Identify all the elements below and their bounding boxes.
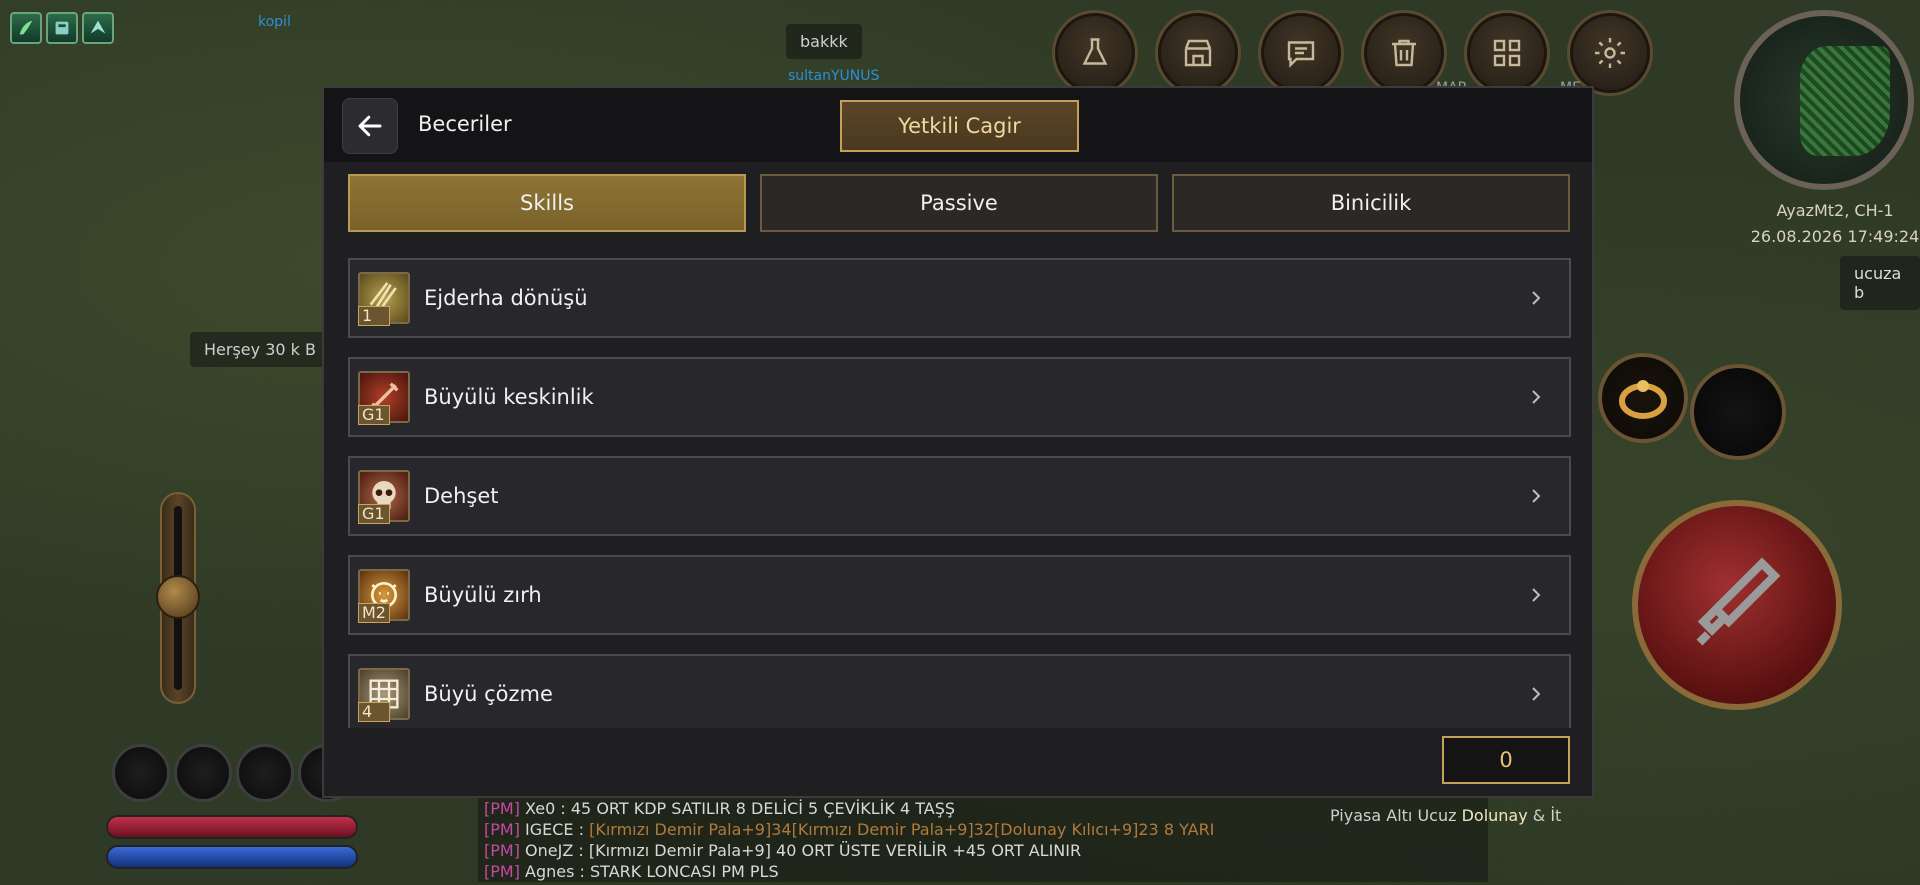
- tab-binicilik[interactable]: Binicilik: [1172, 174, 1570, 232]
- skill-level-badge: G1: [358, 405, 390, 425]
- skill-level-badge: 4: [358, 702, 390, 722]
- status-bars: [106, 815, 358, 875]
- skull-icon: G1: [358, 470, 410, 524]
- map-info: AyazMt2, CH-1 26.08.2026 17:49:24: [1740, 198, 1920, 250]
- call-gm-button[interactable]: Yetkili Cagir: [840, 100, 1079, 152]
- skill-points-counter: 0: [1442, 736, 1570, 784]
- skill-name: Büyü çözme: [424, 682, 553, 706]
- chat-bubble-hersey: Herşey 30 k B: [190, 332, 330, 367]
- back-button[interactable]: [342, 98, 398, 154]
- sp-bar: [106, 845, 358, 869]
- skill-name: Ejderha dönüşü: [424, 286, 588, 310]
- skill-row-dehset[interactable]: G1 Dehşet: [348, 456, 1571, 536]
- tab-passive[interactable]: Passive: [760, 174, 1158, 232]
- skill-tabs: Skills Passive Binicilik: [348, 174, 1570, 232]
- skill-level-badge: M2: [358, 603, 390, 623]
- chat-line: [PM] Agnes : STARK LONCASI PM PLS: [484, 862, 779, 881]
- trash-icon[interactable]: [1361, 10, 1447, 96]
- player-name-kopil[interactable]: kopil: [258, 14, 291, 30]
- buff-wing-icon[interactable]: [82, 12, 114, 44]
- skill-name: Büyülü zırh: [424, 583, 542, 607]
- server-datetime: 26.08.2026 17:49:24: [1750, 227, 1920, 246]
- skills-dialog: Beceriler Yetkili Cagir Skills Passive B…: [322, 86, 1594, 798]
- buff-dragon-icon[interactable]: [10, 12, 42, 44]
- skill-name: Dehşet: [424, 484, 499, 508]
- skill-name: Büyülü keskinlik: [424, 385, 594, 409]
- skill-row-buyu-cozme[interactable]: 4 Büyü çözme: [348, 654, 1571, 728]
- server-channel: AyazMt2, CH-1: [1776, 201, 1894, 220]
- chat-bubble-ucuza: ucuza b: [1840, 256, 1920, 310]
- player-name-sultan[interactable]: sultanYUNUS: [788, 68, 879, 84]
- rune-grid-icon: 4: [358, 668, 410, 722]
- arrow-left-icon: [358, 115, 382, 137]
- skill-level-badge: G1: [358, 504, 390, 524]
- empty-equip-slot[interactable]: [1690, 364, 1786, 460]
- chevron-right-icon: [1532, 291, 1541, 305]
- minimap[interactable]: [1734, 10, 1914, 190]
- chat-bubble-bakkk: bakkk: [786, 24, 862, 59]
- chevron-right-icon: [1532, 390, 1541, 404]
- lion-armor-icon: M2: [358, 569, 410, 623]
- tab-skills[interactable]: Skills: [348, 174, 746, 232]
- buff-bar: [10, 12, 114, 44]
- chat-icon[interactable]: [1258, 10, 1344, 96]
- dragon-claw-icon: 1: [358, 272, 410, 326]
- grid-icon[interactable]: [1464, 10, 1550, 96]
- ring-slot[interactable]: [1598, 353, 1688, 443]
- dialog-title: Beceriler: [418, 112, 512, 136]
- hp-bar: [106, 815, 358, 839]
- skill-row-buyulu-keskinlik[interactable]: G1 Büyülü keskinlik: [348, 357, 1571, 437]
- skill-row-ejderha-donusu[interactable]: 1 Ejderha dönüşü: [348, 258, 1571, 338]
- side-chat-line: Piyasa Altı Ucuz Dolunay & İt: [1330, 806, 1562, 825]
- chevron-right-icon: [1532, 687, 1541, 701]
- skill-level-badge: 1: [358, 306, 390, 326]
- chat-line: [PM] OneJZ : [Kırmızı Demir Pala+9] 40 O…: [484, 841, 1082, 860]
- dialog-header: Beceriler Yetkili Cagir: [324, 88, 1592, 162]
- shop-icon[interactable]: [1155, 10, 1241, 96]
- quickslot-bar: [112, 744, 356, 802]
- attack-button[interactable]: [1632, 500, 1842, 710]
- chevron-right-icon: [1532, 489, 1541, 503]
- buff-armor-icon[interactable]: [46, 12, 78, 44]
- quickslot[interactable]: [236, 744, 294, 802]
- skill-row-buyulu-zirh[interactable]: M2 Büyülü zırh: [348, 555, 1571, 635]
- sword-icon: [1696, 557, 1781, 646]
- skill-list[interactable]: 1 Ejderha dönüşü G1 Büyülü keskinlik G1 …: [348, 258, 1571, 728]
- slider-handle[interactable]: [156, 575, 200, 619]
- quickslot[interactable]: [174, 744, 232, 802]
- chevron-right-icon: [1532, 588, 1541, 602]
- potion-icon[interactable]: [1052, 10, 1138, 96]
- enchanted-blade-icon: G1: [358, 371, 410, 425]
- quickslot[interactable]: [112, 744, 170, 802]
